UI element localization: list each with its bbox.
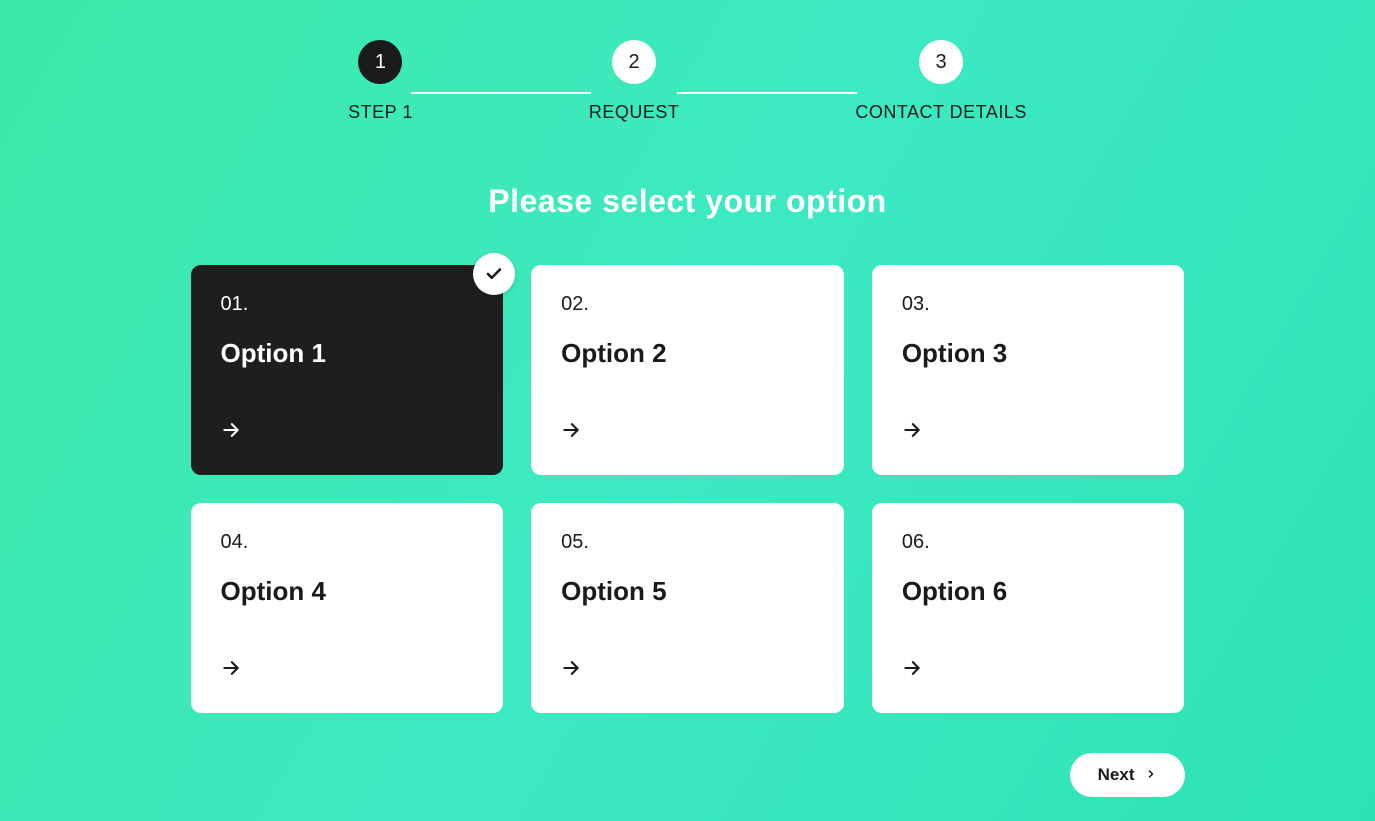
arrow-right-icon (221, 658, 474, 683)
next-button[interactable]: Next (1070, 753, 1185, 797)
option-title: Option 2 (561, 338, 814, 369)
step-3[interactable]: 3 CONTACT DETAILS (855, 40, 1027, 123)
option-number: 02. (561, 293, 814, 316)
option-title: Option 6 (902, 576, 1155, 607)
option-title: Option 4 (221, 576, 474, 607)
option-card-5[interactable]: 05. Option 5 (531, 503, 844, 713)
step-label: REQUEST (589, 102, 680, 123)
step-label: STEP 1 (348, 102, 413, 123)
step-2[interactable]: 2 REQUEST (589, 40, 680, 123)
arrow-right-icon (902, 420, 1155, 445)
option-card-2[interactable]: 02. Option 2 (531, 265, 844, 475)
page-heading: Please select your option (93, 183, 1283, 220)
option-title: Option 1 (221, 338, 474, 369)
option-number: 01. (221, 293, 474, 316)
option-number: 04. (221, 531, 474, 554)
step-line (411, 92, 591, 94)
arrow-right-icon (561, 658, 814, 683)
step-line (677, 92, 857, 94)
option-card-4[interactable]: 04. Option 4 (191, 503, 504, 713)
option-number: 06. (902, 531, 1155, 554)
option-card-3[interactable]: 03. Option 3 (872, 265, 1185, 475)
next-button-label: Next (1098, 765, 1135, 785)
step-label: CONTACT DETAILS (855, 102, 1027, 123)
option-number: 03. (902, 293, 1155, 316)
arrow-right-icon (221, 420, 474, 445)
options-grid: 01. Option 1 02. Option 2 03. Option 3 (93, 265, 1283, 713)
arrow-right-icon (561, 420, 814, 445)
option-title: Option 5 (561, 576, 814, 607)
chevron-right-icon (1145, 765, 1157, 785)
option-card-1[interactable]: 01. Option 1 (191, 265, 504, 475)
step-circle: 2 (612, 40, 656, 84)
step-circle: 1 (358, 40, 402, 84)
step-1[interactable]: 1 STEP 1 (348, 40, 413, 123)
option-title: Option 3 (902, 338, 1155, 369)
option-number: 05. (561, 531, 814, 554)
step-circle: 3 (919, 40, 963, 84)
option-card-6[interactable]: 06. Option 6 (872, 503, 1185, 713)
stepper: 1 STEP 1 2 REQUEST 3 CONTACT DETAILS (93, 40, 1283, 123)
check-icon (473, 253, 515, 295)
arrow-right-icon (902, 658, 1155, 683)
